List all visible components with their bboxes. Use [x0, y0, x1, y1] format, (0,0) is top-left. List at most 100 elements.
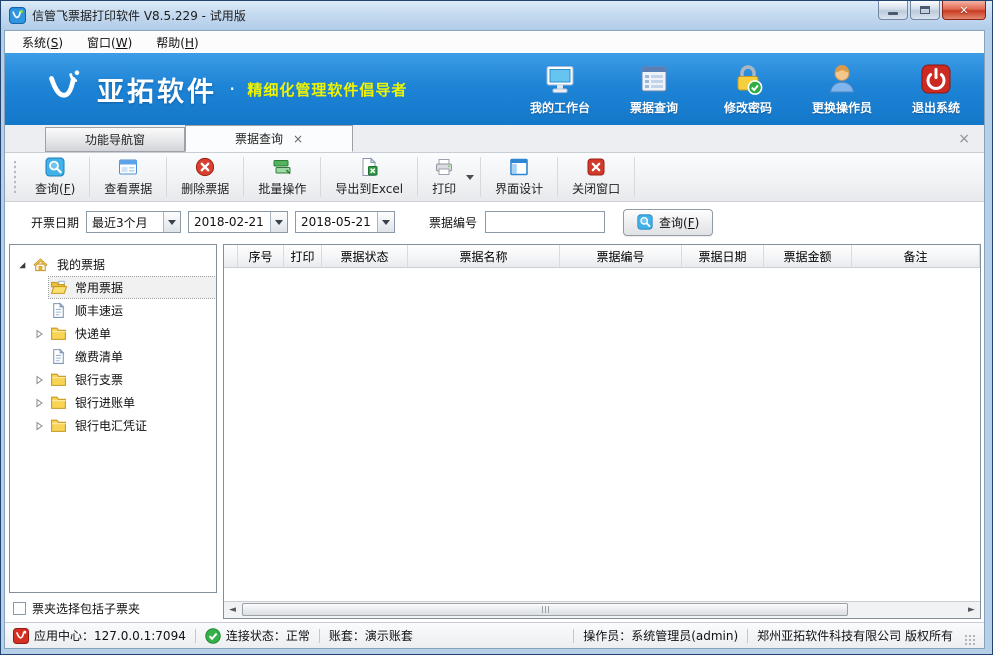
scroll-left-icon[interactable]: ◄ — [224, 602, 241, 618]
column-header-6[interactable]: 票据金额 — [764, 245, 852, 267]
app-center-icon — [13, 628, 29, 644]
column-header-7[interactable]: 备注 — [852, 245, 980, 267]
delete-icon — [195, 157, 215, 177]
toolbar-button-3[interactable]: 批量操作 — [244, 153, 320, 201]
toolbar: 查询(F) 查看票据删除票据批量操作导出到Excel打印界面设计 关闭窗口 — [5, 152, 984, 202]
tree-expander-open-icon[interactable] — [17, 260, 27, 270]
statusbar-item-1: 连接状态：正常 — [205, 627, 310, 644]
tree-item-content: 缴费清单 — [49, 346, 216, 367]
tree-item-2[interactable]: 快递单 — [10, 322, 216, 345]
toolbar-button-inner: 界面设计 — [487, 157, 551, 197]
excel-icon — [359, 157, 379, 177]
column-header-4[interactable]: 票据编号 — [560, 245, 682, 267]
date-to-dropdown-button[interactable] — [377, 212, 394, 232]
tree-item-4[interactable]: 银行支票 — [10, 368, 216, 391]
column-header-5[interactable]: 票据日期 — [682, 245, 764, 267]
banner-header: 亚拓软件 · 精细化管理软件倡导者 我的工作台票据查询修改密码更换操作员退出系统 — [5, 53, 984, 125]
tabstrip-close-icon[interactable]: × — [958, 132, 970, 146]
tab-close-icon[interactable]: × — [293, 133, 303, 145]
document-icon — [50, 302, 67, 319]
toolbar-button-2[interactable]: 删除票据 — [167, 153, 243, 201]
header-action-1[interactable]: 票据查询 — [622, 62, 686, 116]
tree-root-label: 我的票据 — [54, 255, 108, 274]
tree-expander-closed-icon[interactable] — [34, 398, 44, 408]
minimize-button[interactable] — [878, 1, 908, 20]
print-icon — [434, 157, 454, 177]
include-subfolder-checkbox[interactable] — [13, 602, 26, 615]
folder-icon — [50, 371, 67, 388]
column-header-2[interactable]: 票据状态 — [322, 245, 408, 267]
date-to-value: 2018-05-21 — [296, 212, 377, 232]
chevron-down-icon[interactable] — [466, 175, 474, 180]
tree-item-0[interactable]: 常用票据 — [10, 276, 216, 299]
tree-item-5[interactable]: 银行进账单 — [10, 391, 216, 414]
table-header-row: 序号打印票据状态票据名称票据编号票据日期票据金额备注 — [224, 245, 980, 268]
menu-item-2[interactable]: 帮助(H) — [147, 32, 207, 53]
scrollbar-thumb[interactable] — [242, 603, 848, 616]
date-from-dropdown-button[interactable] — [270, 212, 287, 232]
date-from-select[interactable]: 2018-02-21 — [188, 211, 288, 233]
date-range-select[interactable]: 最近3个月 — [86, 211, 181, 233]
tree-item-1[interactable]: 顺丰速运 — [10, 299, 216, 322]
query-button-label: 查询(F) — [659, 214, 699, 231]
menu-item-1[interactable]: 窗口(W) — [78, 32, 141, 53]
tree-expander-closed-icon[interactable] — [34, 375, 44, 385]
header-action-4[interactable]: 退出系统 — [904, 62, 968, 116]
toolbar-button-5[interactable]: 打印 — [418, 153, 480, 201]
toolbar-button-label: 查看票据 — [104, 180, 152, 197]
header-action-2[interactable]: 修改密码 — [716, 62, 780, 116]
tab-0[interactable]: 功能导航窗 — [45, 127, 185, 152]
menu-item-0[interactable]: 系统(S) — [13, 32, 72, 53]
statusbar-separator — [195, 629, 196, 643]
maximize-icon — [920, 6, 930, 14]
scroll-right-icon[interactable]: ► — [963, 602, 980, 618]
tree-expander-closed-icon[interactable] — [34, 329, 44, 339]
resize-grip-icon[interactable] — [964, 634, 976, 646]
statusbar-item-label: 郑州亚拓软件科技有限公司 版权所有 — [757, 627, 953, 644]
toolbar-button-inner: 导出到Excel — [327, 157, 411, 197]
tree-connector — [34, 352, 44, 362]
tree-footer: 票夹选择包括子票夹 — [9, 593, 217, 619]
table-body — [224, 268, 980, 601]
scrollbar-track[interactable] — [241, 602, 963, 618]
search-icon — [45, 157, 65, 177]
tab-label: 功能导航窗 — [85, 131, 145, 148]
statusbar-separator — [319, 629, 320, 643]
toolbar-button-7[interactable]: 关闭窗口 — [558, 153, 634, 201]
brand: 亚拓软件 · 精细化管理软件倡导者 — [41, 66, 407, 112]
column-header-0[interactable]: 序号 — [238, 245, 284, 267]
maximize-button[interactable] — [910, 1, 940, 20]
folder-icon — [50, 394, 67, 411]
header-actions: 我的工作台票据查询修改密码更换操作员退出系统 — [528, 62, 974, 116]
toolbar-button-6[interactable]: 界面设计 — [481, 153, 557, 201]
toolbar-button-0[interactable]: 查询(F) — [21, 153, 89, 201]
toolbar-button-inner: 关闭窗口 — [564, 157, 628, 197]
date-to-select[interactable]: 2018-05-21 — [295, 211, 395, 233]
toolbar-button-4[interactable]: 导出到Excel — [321, 153, 417, 201]
query-button[interactable]: 查询(F) — [623, 209, 713, 236]
tree-root-item[interactable]: 我的票据 — [10, 253, 216, 276]
toolbar-grip[interactable] — [11, 161, 19, 193]
column-header-3[interactable]: 票据名称 — [408, 245, 560, 267]
horizontal-scrollbar[interactable]: ◄ ► — [224, 601, 980, 618]
close-button[interactable]: ✕ — [942, 1, 986, 20]
tab-1[interactable]: 票据查询× — [185, 125, 353, 152]
tree-item-label: 银行进账单 — [72, 393, 138, 412]
check-icon — [205, 628, 221, 644]
person-icon — [825, 62, 859, 96]
statusbar-item-label: 账套：演示账套 — [329, 627, 413, 644]
ticket-number-input[interactable] — [485, 211, 605, 233]
tree-item-6[interactable]: 银行电汇凭证 — [10, 414, 216, 437]
brand-tagline: 精细化管理软件倡导者 — [247, 79, 407, 100]
tree-item-3[interactable]: 缴费清单 — [10, 345, 216, 368]
header-action-0[interactable]: 我的工作台 — [528, 62, 592, 116]
closewin-icon — [586, 157, 606, 177]
toolbar-button-1[interactable]: 查看票据 — [90, 153, 166, 201]
column-header-1[interactable]: 打印 — [284, 245, 322, 267]
toolbar-button-label: 界面设计 — [495, 180, 543, 197]
tree-expander-closed-icon[interactable] — [34, 421, 44, 431]
close-icon: ✕ — [959, 5, 968, 16]
tree-item-label: 银行电汇凭证 — [72, 416, 150, 435]
header-action-3[interactable]: 更换操作员 — [810, 62, 874, 116]
date-range-dropdown-button[interactable] — [163, 212, 180, 232]
